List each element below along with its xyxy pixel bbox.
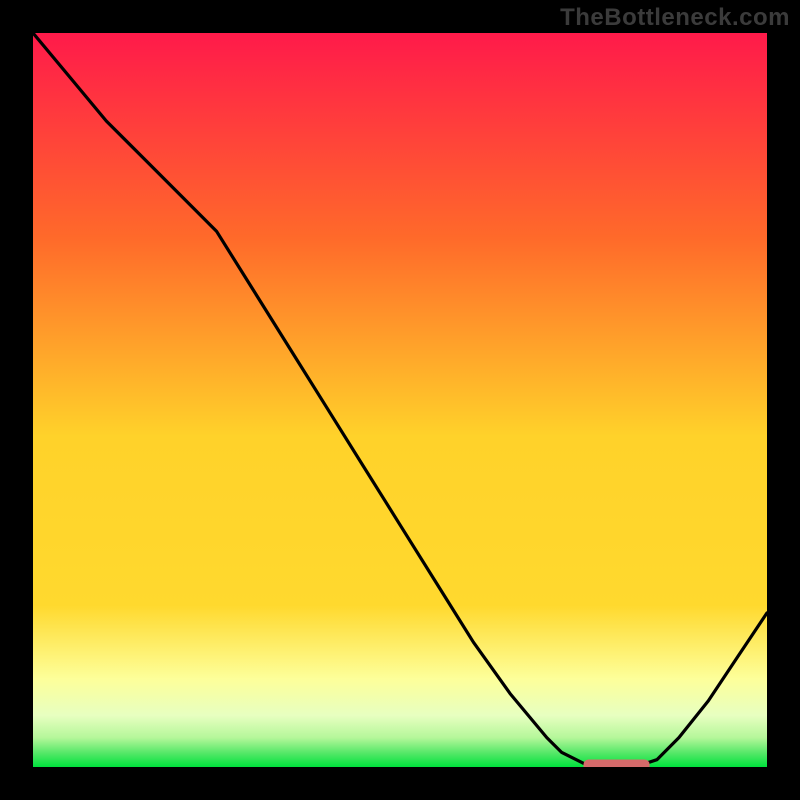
chart-stage: TheBottleneck.com	[0, 0, 800, 800]
plot-area	[33, 33, 767, 767]
plot-svg	[33, 33, 767, 767]
gradient-background	[33, 33, 767, 767]
watermark-text: TheBottleneck.com	[560, 4, 790, 32]
optimal-marker	[584, 760, 650, 768]
